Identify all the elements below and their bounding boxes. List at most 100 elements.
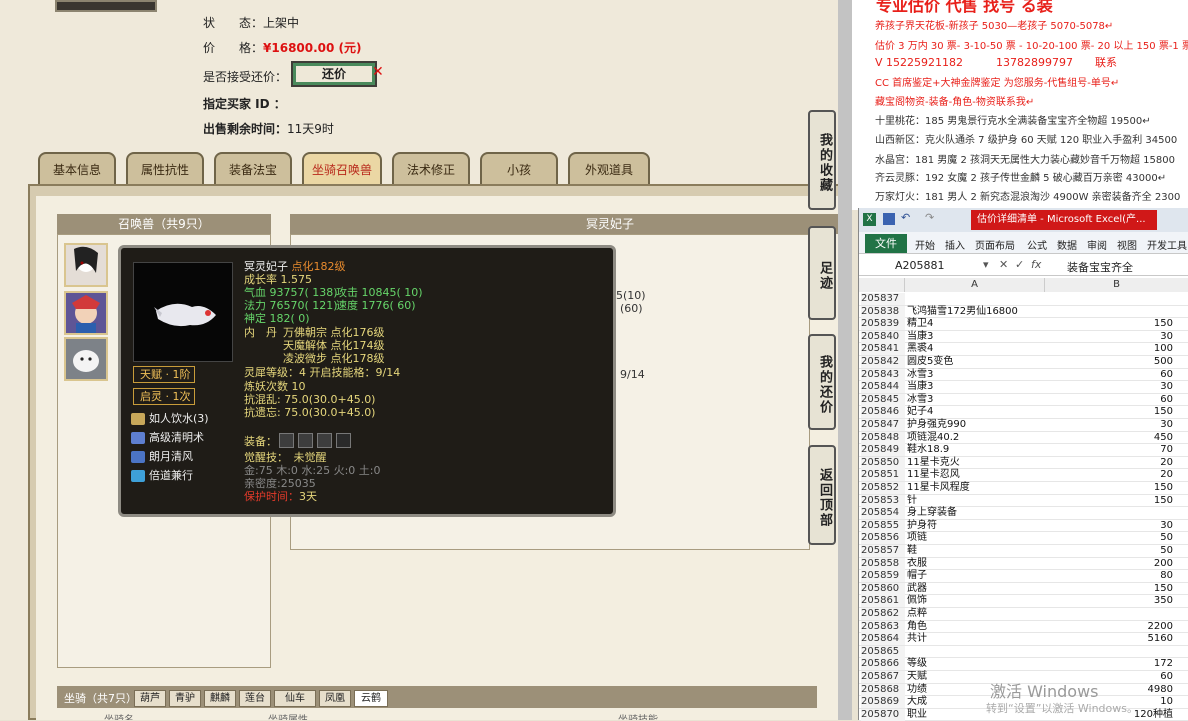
row-number[interactable]: 205860: [861, 582, 905, 595]
table-row[interactable]: 205864 共计 5160: [859, 633, 1188, 646]
table-row[interactable]: 205837: [859, 293, 1188, 306]
cell-b[interactable]: 120种植: [1134, 709, 1173, 721]
menu-page-layout[interactable]: 页面布局: [975, 237, 1015, 252]
cell-b[interactable]: 5160: [1148, 633, 1173, 645]
col-header-a[interactable]: A: [905, 278, 1045, 292]
tab-spell-correction[interactable]: 法术修正: [392, 152, 470, 186]
equip-slot-4[interactable]: [336, 433, 351, 448]
row-number[interactable]: 205846: [861, 406, 905, 419]
table-row[interactable]: 205841 黑裘4 100: [859, 343, 1188, 356]
cell-b[interactable]: 4980: [1148, 684, 1173, 696]
cell-a[interactable]: 妃子4: [907, 406, 933, 418]
cell-b[interactable]: 10: [1160, 696, 1173, 708]
cell-b[interactable]: 50: [1160, 532, 1173, 544]
cell-b[interactable]: 60: [1160, 671, 1173, 683]
row-number[interactable]: 205855: [861, 519, 905, 532]
table-row[interactable]: 205847 护身强克990 30: [859, 419, 1188, 432]
cancel-icon[interactable]: ✕: [999, 258, 1008, 271]
redo-icon[interactable]: ↷: [925, 211, 934, 224]
row-number[interactable]: 205854: [861, 507, 905, 520]
row-number[interactable]: 205847: [861, 419, 905, 431]
row-number[interactable]: 205870: [861, 708, 905, 721]
tab-mounts-pets[interactable]: 坐骑召唤兽: [302, 152, 382, 186]
cell-a[interactable]: 职业: [907, 709, 927, 721]
cell-a[interactable]: 点粹: [907, 608, 927, 620]
menu-developer[interactable]: 开发工具: [1147, 237, 1187, 252]
mount-tab-phoenix[interactable]: 凤凰: [319, 690, 351, 707]
cell-b[interactable]: 450: [1154, 432, 1173, 444]
equip-slot-2[interactable]: [298, 433, 313, 448]
row-number[interactable]: 205866: [861, 658, 905, 671]
cell-a[interactable]: 11星卡风程度: [907, 482, 970, 494]
table-row[interactable]: 205858 衣服 200: [859, 557, 1188, 571]
haggle-button[interactable]: 还价: [291, 61, 377, 87]
cell-a[interactable]: 大成: [907, 696, 927, 708]
row-number[interactable]: 205852: [861, 482, 905, 494]
footprint-button[interactable]: 足迹: [808, 226, 836, 320]
table-row[interactable]: 205856 项链 50: [859, 532, 1188, 545]
table-row[interactable]: 205842 圆皮5变色 500: [859, 356, 1188, 369]
cell-a[interactable]: 护身强克990: [907, 419, 966, 431]
mount-tab-cart[interactable]: 仙车: [274, 690, 316, 707]
cell-a[interactable]: 角色: [907, 621, 927, 633]
row-number[interactable]: 205865: [861, 645, 905, 658]
tab-equipment[interactable]: 装备法宝: [214, 152, 292, 186]
confirm-icon[interactable]: ✓: [1015, 258, 1024, 271]
tab-basic-info[interactable]: 基本信息: [38, 152, 116, 186]
row-number[interactable]: 205853: [861, 494, 905, 507]
table-row[interactable]: 205844 当康3 30: [859, 381, 1188, 394]
tab-appearance[interactable]: 外观道具: [568, 152, 650, 186]
cell-b[interactable]: 30: [1160, 381, 1173, 393]
my-favorites-button[interactable]: 我的收藏: [808, 110, 836, 210]
save-icon[interactable]: [883, 213, 895, 225]
cell-a[interactable]: 冰雪3: [907, 394, 933, 406]
dropdown-icon[interactable]: ▾: [983, 258, 989, 271]
cell-a[interactable]: 功绩: [907, 684, 927, 696]
menu-view[interactable]: 视图: [1117, 237, 1137, 252]
pet-thumb-1[interactable]: [64, 243, 108, 287]
cell-a[interactable]: 11星卡忍风: [907, 469, 960, 481]
row-number[interactable]: 205851: [861, 469, 905, 482]
table-row[interactable]: 205859 帽子 80: [859, 570, 1188, 583]
cell-a[interactable]: 佩饰: [907, 595, 927, 607]
row-number[interactable]: 205869: [861, 696, 905, 709]
cell-b[interactable]: 70: [1160, 444, 1173, 456]
menu-home[interactable]: 开始: [915, 237, 935, 252]
table-row[interactable]: 205843 冰雪3 60: [859, 368, 1188, 382]
row-number[interactable]: 205848: [861, 431, 905, 444]
table-row[interactable]: 205850 11星卡克火 20: [859, 456, 1188, 470]
cell-a[interactable]: 护身符: [907, 520, 937, 532]
menu-review[interactable]: 审阅: [1087, 237, 1107, 252]
my-haggle-button[interactable]: 我的还价: [808, 334, 836, 430]
file-tab[interactable]: 文件: [865, 234, 907, 253]
table-row[interactable]: 205862 点粹: [859, 608, 1188, 621]
row-number[interactable]: 205843: [861, 368, 905, 381]
cell-b[interactable]: 150: [1154, 318, 1173, 330]
row-number[interactable]: 205838: [861, 305, 905, 318]
row-number[interactable]: 205856: [861, 532, 905, 545]
table-row[interactable]: 205866 等级 172: [859, 658, 1188, 671]
row-number[interactable]: 205844: [861, 381, 905, 394]
cell-b[interactable]: 30: [1160, 520, 1173, 532]
table-row[interactable]: 205860 武器 150: [859, 582, 1188, 596]
row-number[interactable]: 205839: [861, 318, 905, 331]
row-number[interactable]: 205841: [861, 343, 905, 356]
cell-b[interactable]: 50: [1160, 545, 1173, 557]
cell-b[interactable]: 150: [1154, 495, 1173, 507]
cell-b[interactable]: 60: [1160, 369, 1173, 381]
cell-a[interactable]: 11星卡克火: [907, 457, 960, 469]
cell-a[interactable]: 衣服: [907, 558, 927, 570]
cell-b[interactable]: 200: [1154, 558, 1173, 570]
row-number[interactable]: 205840: [861, 330, 905, 343]
cell-b[interactable]: 20: [1160, 457, 1173, 469]
table-row[interactable]: 205857 鞋 50: [859, 545, 1188, 558]
cell-b[interactable]: 350: [1154, 595, 1173, 607]
table-row[interactable]: 205853 针 150: [859, 494, 1188, 508]
row-number[interactable]: 205858: [861, 557, 905, 570]
table-row[interactable]: 205839 精卫4 150: [859, 318, 1188, 331]
tab-children[interactable]: 小孩: [480, 152, 558, 186]
row-number[interactable]: 205842: [861, 356, 905, 368]
table-row[interactable]: 205861 佩饰 350: [859, 595, 1188, 608]
cell-b[interactable]: 30: [1160, 331, 1173, 343]
row-number[interactable]: 205849: [861, 444, 905, 457]
